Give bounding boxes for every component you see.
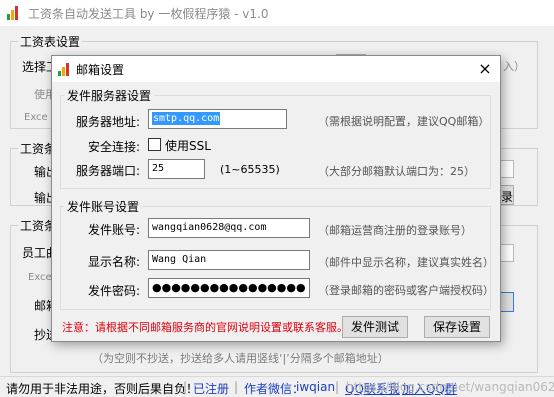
dialog-titlebar: 邮箱设置 × [52,56,500,82]
save-settings-button[interactable]: 保存设置 [424,316,490,338]
dialog-logo-icon [58,63,71,76]
author-wechat: iwqian [296,380,336,394]
sender-account-label: 发件账号: [87,223,140,237]
sender-account-hint: （邮箱运营商注册的登录账号） [318,224,472,237]
display-name-input[interactable]: Wang Qian [148,250,310,270]
sender-password-label: 发件密码: [87,284,140,298]
status-separator-1: | [183,380,188,394]
status-bar: 请勿用于非法用途，否则后果自负！ | 已注册 | 作者微信： iwqian | … [0,376,554,397]
author-label: 作者微信： [244,382,305,396]
record-label: 录 [501,190,514,204]
server-address-input[interactable]: smtp.qq.com [148,109,287,129]
sender-password-hint: （登录邮箱的密码或客户端授权码） [318,284,494,297]
send-test-button[interactable]: 发件测试 [342,316,408,338]
server-settings-group-title: 发件服务器设置 [64,87,155,104]
cc-hint: （为空则不抄送，抄送给多人请用竖线‘|’分隔多个邮箱地址） [92,352,389,365]
employee-field[interactable] [500,244,514,262]
server-address-value: smtp.qq.com [152,112,221,125]
server-port-input[interactable]: 25 [148,159,205,179]
display-name-label: 显示名称: [87,255,140,269]
status-separator-3: | [335,380,340,394]
right-in-label: 入） [503,60,525,73]
salary-sheet-group-title: 工资表设置 [18,33,83,50]
notice-text: 注意：请根据不同邮箱服务商的官网说明设置或联系客服。 [62,321,348,334]
server-address-label: 服务器地址: [75,115,140,129]
excel-label-1: Exce [24,112,48,123]
sender-password-input[interactable]: ●●●●●●●●●●●●●●●● [148,278,310,298]
app-logo-icon [7,6,21,20]
server-port-range: (1~65535) [220,163,280,176]
main-titlebar: 工资条自动发送工具 by 一枚假程序猿 - v1.0 [0,0,554,26]
excel-label-2: Exce [28,272,52,283]
server-port-label: 服务器端口: [75,164,140,178]
ssl-checkbox[interactable] [148,138,161,151]
status-warning: 请勿用于非法用途，否则后果自负！ [6,382,199,396]
secure-connection-label: 安全连接: [87,140,140,154]
registered-link[interactable]: 已注册 [193,380,229,397]
output-field-1[interactable] [500,160,514,178]
close-icon[interactable]: × [474,58,496,80]
mailbox-settings-button[interactable] [500,292,514,312]
account-settings-group-title: 发件账号设置 [64,198,143,215]
dialog-title: 邮箱设置 [76,63,125,77]
record-button[interactable]: 录 [500,185,514,205]
sender-account-input[interactable]: wangqian0628@qq.com [148,218,310,238]
watermark-text: https://blog.csdn.net/wangqian0628 [346,380,554,394]
main-title: 工资条自动发送工具 by 一枚假程序猿 - v1.0 [28,7,269,21]
server-port-hint: （大部分邮箱默认端口为：25） [318,165,475,178]
display-name-hint: （邮件中显示名称，建议真实姓名） [318,256,494,269]
ssl-label: 使用SSL [165,139,211,153]
server-address-hint: （需根据说明配置，建议QQ邮箱） [318,115,490,128]
status-separator-2: | [234,380,239,394]
mailbox-settings-dialog: 邮箱设置 × 发件服务器设置 服务器地址: smtp.qq.com （需根据说明… [51,55,501,342]
